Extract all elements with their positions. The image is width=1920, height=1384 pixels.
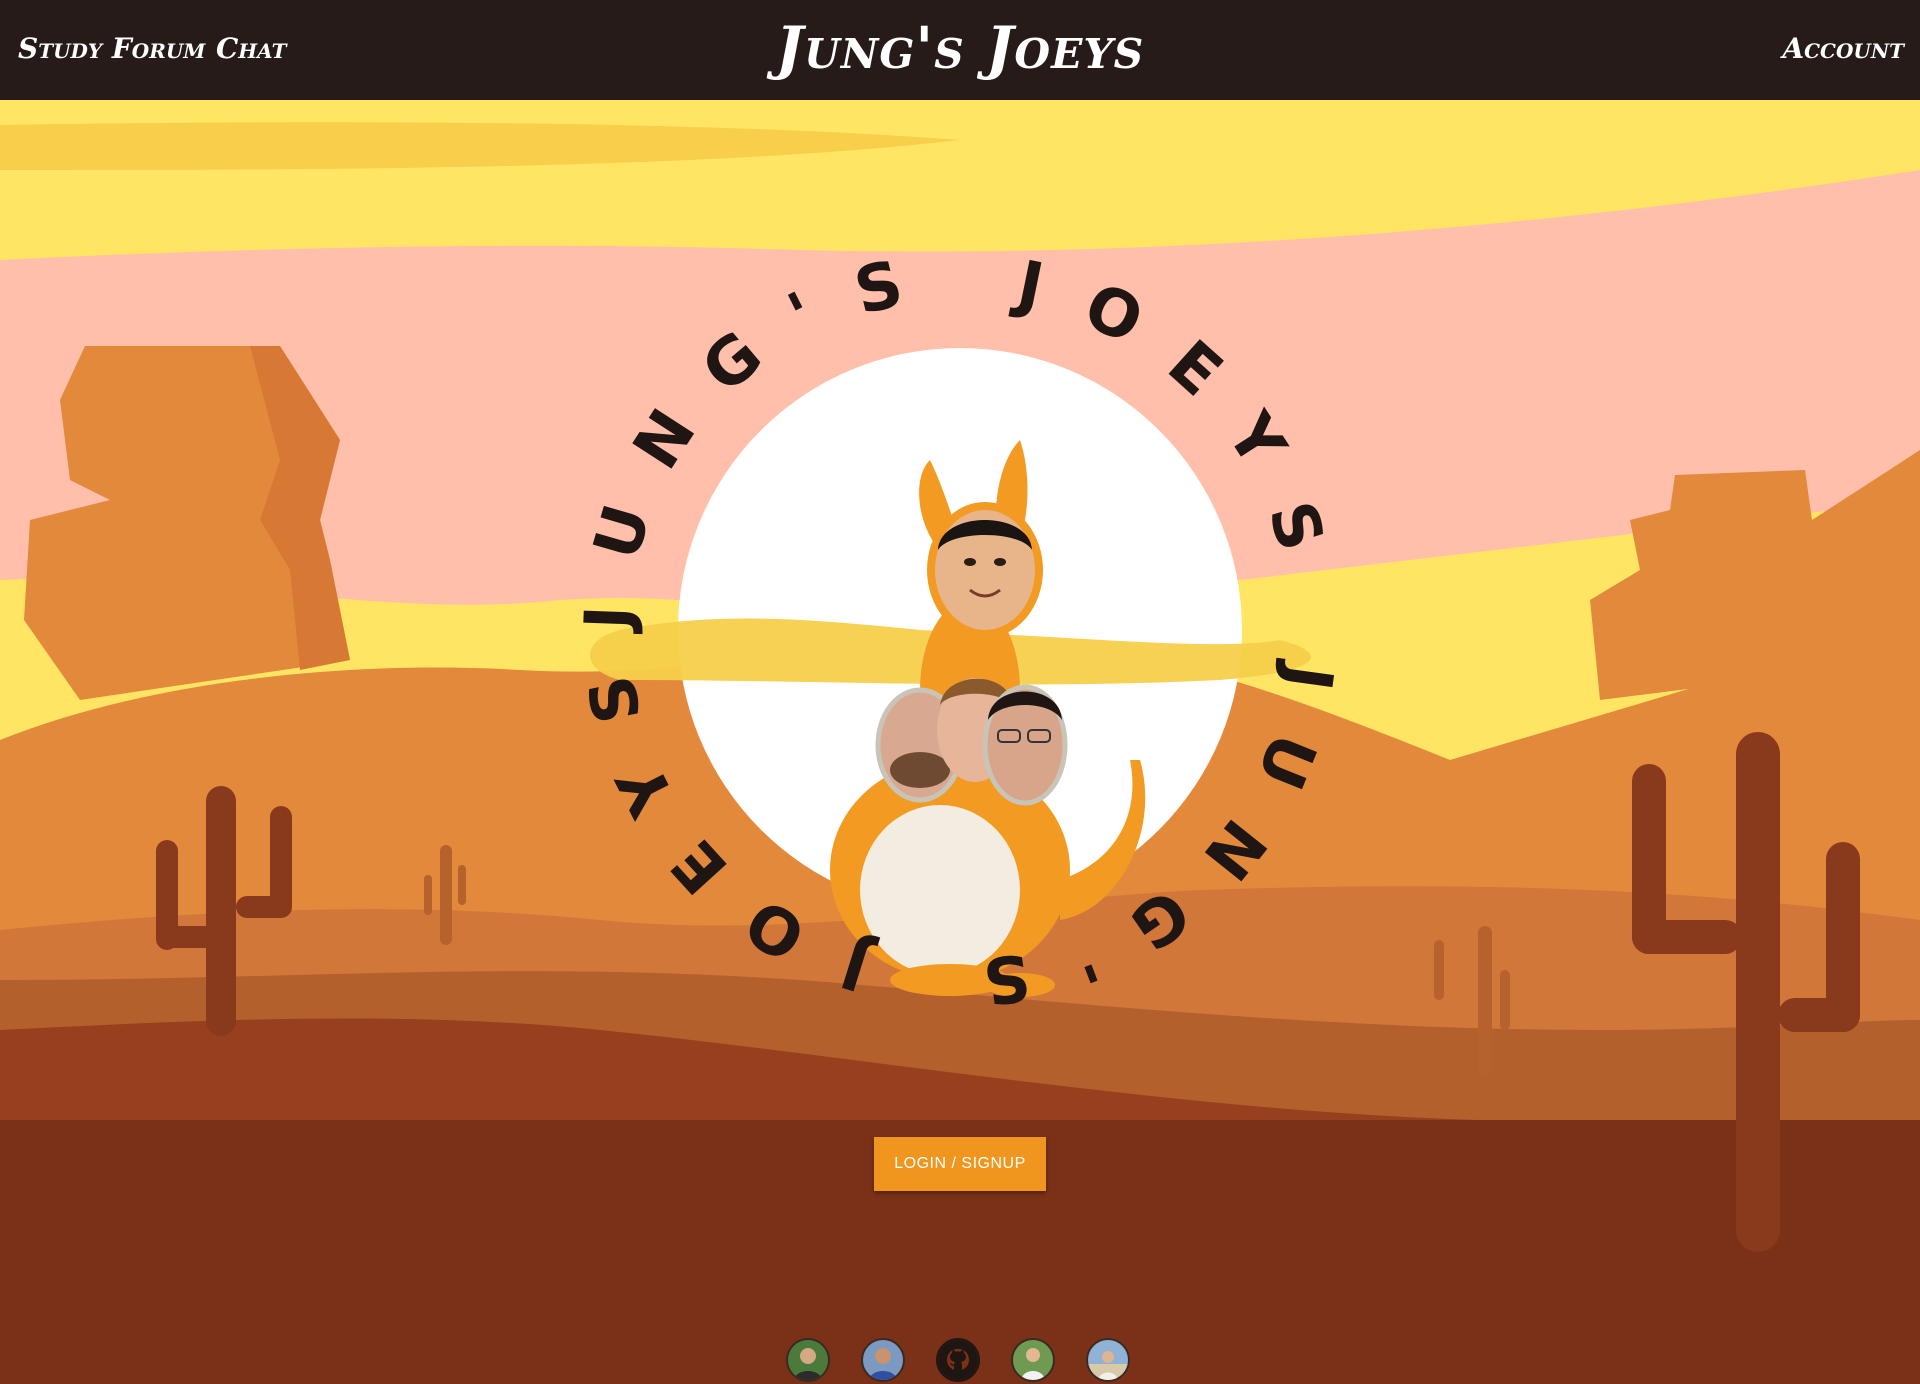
nav-account-link[interactable]: Account xyxy=(1782,32,1904,65)
logo-emblem: JUNG'S JOEYS JUNG'S JOEYS xyxy=(572,242,1348,1018)
team-avatar-4[interactable] xyxy=(1086,1338,1130,1382)
team-avatar-2[interactable] xyxy=(861,1338,905,1382)
team-avatar-3[interactable] xyxy=(1011,1338,1055,1382)
footer-links xyxy=(786,1338,1134,1384)
team-avatar-1[interactable] xyxy=(786,1338,830,1382)
desert-background: JUNG'S JOEYS JUNG'S JOEYS LOGIN / SIGNUP xyxy=(0,100,1920,1382)
github-icon[interactable] xyxy=(936,1338,980,1382)
top-navbar: Study Forum Chat Jung's Joeys Account xyxy=(0,0,1920,100)
site-title[interactable]: Jung's Joeys xyxy=(0,14,1920,82)
login-signup-button[interactable]: LOGIN / SIGNUP xyxy=(874,1137,1046,1191)
nav-title-container: Jung's Joeys xyxy=(0,0,1920,100)
